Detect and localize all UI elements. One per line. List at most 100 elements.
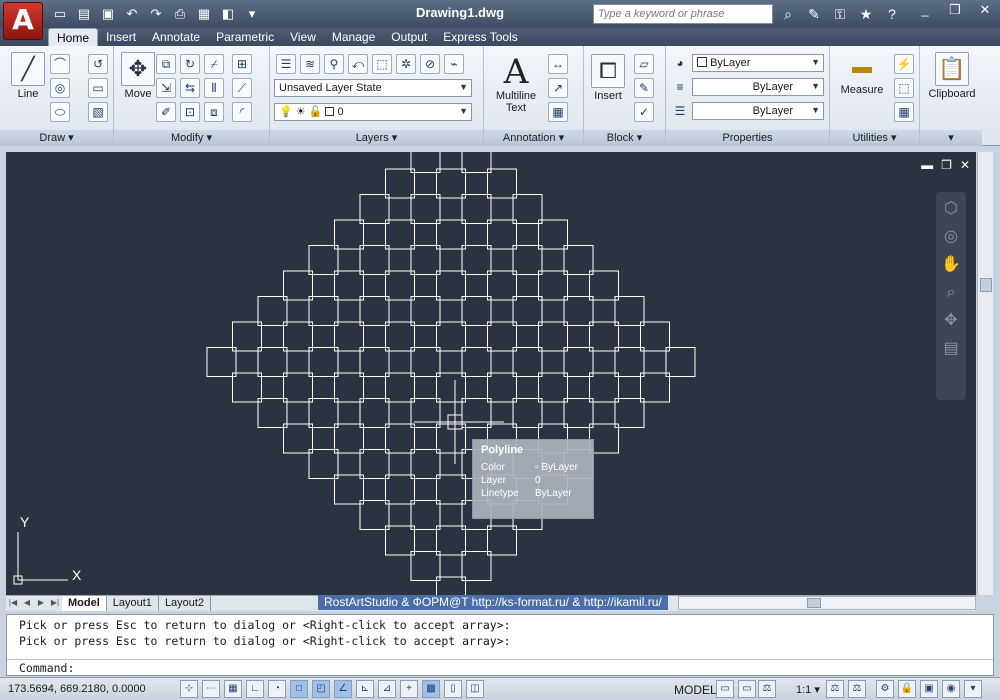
restore-icon[interactable]: ❐ (940, 0, 970, 20)
otrack-icon[interactable]: ∠ (334, 680, 352, 698)
polyline-square[interactable] (640, 372, 670, 403)
mirror-icon[interactable]: ⇆ (180, 78, 200, 98)
publish-icon[interactable]: ▦ (194, 4, 214, 24)
polyline-square[interactable] (232, 372, 262, 403)
polyline-square[interactable] (589, 321, 619, 352)
dyn-input-icon[interactable]: ⊿ (378, 680, 396, 698)
polyline-square[interactable] (436, 270, 466, 301)
tab-model[interactable]: Model (62, 596, 107, 611)
layer-stack-icon[interactable]: ≋ (300, 54, 320, 74)
edit-attributes-icon[interactable]: ✓ (634, 102, 654, 122)
drawing-canvas[interactable]: XY ▬ ❐ ✕ ⬡ ◎ ✋ ⌕ ✥ ▤ Polyline Color ▫ ByL… (6, 152, 976, 595)
polyline-square[interactable] (487, 525, 517, 556)
polyline-square[interactable] (359, 194, 390, 224)
grid-icon[interactable]: ▦ (224, 680, 242, 698)
horizontal-scroll-thumb[interactable] (807, 598, 821, 608)
layer-match-icon[interactable]: ⚲ (324, 54, 344, 74)
polyline-square[interactable] (436, 525, 466, 556)
lineweight-icon[interactable]: ≡ (670, 78, 690, 98)
tab-layout1[interactable]: Layout1 (107, 596, 159, 611)
polyline-square[interactable] (359, 347, 390, 377)
lock-icon[interactable]: 🔒 (898, 680, 916, 698)
annotation-scale-value[interactable]: 1:1 ▾ (796, 683, 820, 696)
vertical-scrollbar[interactable] (977, 152, 993, 595)
polyline-square[interactable] (436, 168, 466, 199)
undo-icon[interactable]: ↶ (122, 4, 142, 24)
polyline-square[interactable] (385, 372, 415, 403)
polyline-square[interactable] (614, 296, 645, 326)
polyline-square[interactable] (563, 296, 594, 326)
polyline-square[interactable] (538, 270, 568, 301)
polyline-square[interactable] (334, 219, 364, 250)
statusbar-menu-icon[interactable]: ▾ (964, 680, 982, 698)
polyline-square[interactable] (385, 270, 415, 301)
polyline-square[interactable] (308, 398, 339, 428)
isolate-objects-icon[interactable]: ◉ (942, 680, 960, 698)
polyline-square[interactable] (385, 219, 415, 250)
selection-cycling-icon[interactable]: ◫ (466, 680, 484, 698)
viewport-restore-icon[interactable]: ❐ (941, 158, 952, 172)
polyline-square[interactable] (512, 245, 543, 275)
polyline-square[interactable] (512, 398, 543, 428)
polyline-square[interactable] (410, 296, 441, 326)
polyline-square[interactable] (257, 398, 288, 428)
polyline-square[interactable] (257, 347, 288, 377)
polyline-square[interactable] (232, 321, 262, 352)
polyline-square[interactable] (589, 270, 619, 301)
polyline-square[interactable] (359, 398, 390, 428)
polyline-square[interactable] (410, 194, 441, 224)
layer-isolate-icon[interactable]: ⬚ (372, 54, 392, 74)
polyline-square[interactable] (334, 372, 364, 403)
tab-home[interactable]: Home (48, 28, 99, 46)
quick-properties-icon[interactable]: ▯ (444, 680, 462, 698)
polyline-square[interactable] (410, 245, 441, 275)
tab-layout2[interactable]: Layout2 (159, 596, 212, 611)
tab-parametric[interactable]: Parametric (208, 28, 282, 46)
polyline-square[interactable] (436, 576, 466, 595)
polyline-square[interactable] (461, 245, 492, 275)
star-icon[interactable]: ★ (856, 4, 876, 24)
clipboard-button[interactable]: 📋 Clipboard (926, 52, 978, 100)
pan-icon[interactable]: ✋ (940, 254, 962, 276)
measure-button[interactable]: ▬ Measure (834, 56, 890, 96)
layer-properties-icon[interactable]: ☰ (276, 54, 296, 74)
leader-icon[interactable]: ↗ (548, 78, 568, 98)
layer-dropdown[interactable]: 💡 ☀ 🔓 0 ▼ (274, 103, 472, 121)
polyline-square[interactable] (308, 296, 339, 326)
block-panel-label[interactable]: Block ▾ (584, 130, 665, 146)
polyline-square[interactable] (283, 372, 313, 403)
layer-walk-icon[interactable]: ⌁ (444, 54, 464, 74)
polyline-square[interactable] (436, 423, 466, 454)
color-dropdown[interactable]: ByLayer ▼ (692, 54, 824, 72)
color-wheel-icon[interactable]: ◕ (670, 54, 690, 74)
redo-icon[interactable]: ↷ (146, 4, 166, 24)
layers-panel-label[interactable]: Layers ▾ (270, 130, 483, 146)
erase-icon[interactable]: ✐ (156, 102, 176, 122)
minimize-icon[interactable]: _ (910, 0, 940, 20)
properties-panel-label[interactable]: Properties (666, 130, 829, 146)
polyline-square[interactable] (410, 152, 441, 173)
polyline-square[interactable] (385, 423, 415, 454)
tab-view[interactable]: View (282, 28, 324, 46)
polyline-square[interactable] (436, 474, 466, 505)
polyline-square[interactable] (512, 347, 543, 377)
polyline-square[interactable] (334, 270, 364, 301)
next-tab-icon[interactable]: ▶ (34, 598, 48, 610)
tab-output[interactable]: Output (383, 28, 435, 46)
polyline-square[interactable] (359, 245, 390, 275)
polyline-square[interactable] (487, 168, 517, 199)
polyline-square[interactable] (436, 372, 466, 403)
polyline-square[interactable] (614, 398, 645, 428)
polyline-square[interactable] (436, 321, 466, 352)
ortho-icon[interactable]: ∟ (246, 680, 264, 698)
ellipse-icon[interactable]: ⬭ (50, 102, 70, 122)
draw-panel-label[interactable]: Draw ▾ (0, 130, 113, 146)
polyline-square[interactable] (308, 449, 339, 479)
vertical-scroll-thumb[interactable] (980, 278, 992, 292)
polyline-square[interactable] (640, 321, 670, 352)
annotation-scale-icon[interactable]: ⚖ (758, 680, 776, 698)
layer-freeze-icon[interactable]: ✲ (396, 54, 416, 74)
polyline-square[interactable] (410, 347, 441, 377)
linetype-dropdown[interactable]: ByLayer ▼ (692, 102, 824, 120)
polyline-square[interactable] (206, 347, 237, 377)
